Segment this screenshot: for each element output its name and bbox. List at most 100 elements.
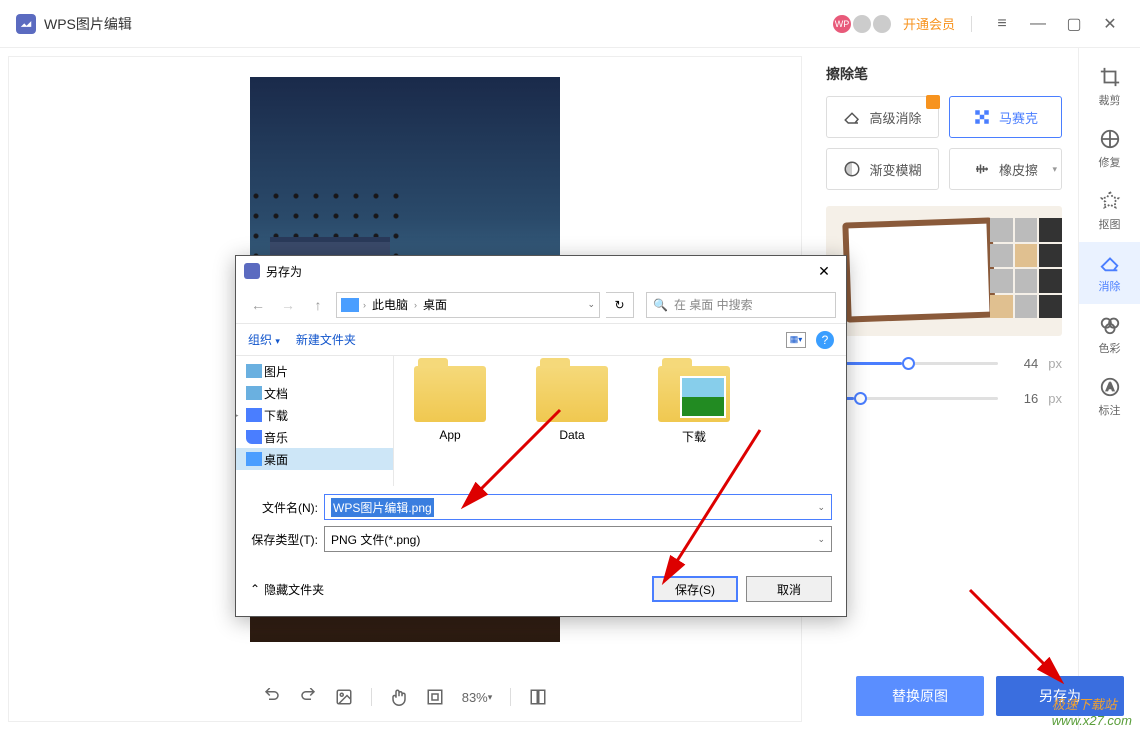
maximize-button[interactable]: ▢ <box>1060 10 1088 38</box>
app-title: WPS图片编辑 <box>44 14 132 34</box>
dialog-title: 另存为 <box>266 263 302 280</box>
filetype-select[interactable]: PNG 文件(*.png) ⌄ <box>324 526 832 552</box>
refresh-button[interactable]: ↻ <box>606 292 634 318</box>
side-annotate[interactable]: A 标注 <box>1079 366 1140 428</box>
dialog-nav: ← → ↑ › 此电脑 › 桌面 ⌄ ↻ 🔍 在 桌面 中搜索 <box>236 286 846 324</box>
address-bar[interactable]: › 此电脑 › 桌面 ⌄ <box>336 292 600 318</box>
organize-menu[interactable]: 组织 ▾ <box>248 331 280 348</box>
pictures-icon <box>246 364 262 378</box>
nav-forward-icon[interactable]: → <box>276 293 300 317</box>
watermark: 极速下载站 www.x27.com <box>1052 694 1132 728</box>
compare-icon[interactable] <box>529 688 547 706</box>
tree-item-pictures[interactable]: 图片 <box>236 360 393 382</box>
fit-icon[interactable] <box>426 688 444 706</box>
tool-gradient-blur[interactable]: 渐变模糊 <box>826 148 939 190</box>
vip-badge-icon <box>926 95 940 109</box>
filename-input[interactable]: WPS图片编辑.png ⌄ <box>324 494 832 520</box>
folder-item[interactable]: Data <box>536 366 608 476</box>
dialog-fields: 文件名(N): WPS图片编辑.png ⌄ 保存类型(T): PNG 文件(*.… <box>236 486 846 566</box>
avatar-icon: WP <box>833 15 851 33</box>
close-button[interactable]: ✕ <box>1096 10 1124 38</box>
tool-mosaic[interactable]: 马赛克 <box>949 96 1062 138</box>
tool-advanced-erase[interactable]: 高级消除 <box>826 96 939 138</box>
chevron-down-icon[interactable]: ⌄ <box>817 534 825 545</box>
computer-icon <box>341 298 359 312</box>
nav-back-icon[interactable]: ← <box>246 293 270 317</box>
side-crop[interactable]: 裁剪 <box>1079 56 1140 118</box>
tree-item-music[interactable]: 音乐 <box>236 426 393 448</box>
folder-item[interactable]: App <box>414 366 486 476</box>
slider-size: 44 px <box>826 356 1062 371</box>
chevron-down-icon[interactable]: ⌄ <box>817 502 825 513</box>
view-mode-button[interactable]: ▦ ▾ <box>786 332 806 348</box>
side-repair[interactable]: 修复 <box>1079 118 1140 180</box>
nav-up-icon[interactable]: ↑ <box>306 293 330 317</box>
slider-track[interactable] <box>826 362 998 365</box>
crop-icon <box>1099 66 1121 88</box>
save-as-dialog: 另存为 ✕ ← → ↑ › 此电脑 › 桌面 ⌄ ↻ 🔍 在 桌面 中搜索 组织… <box>235 255 847 617</box>
redo-icon[interactable] <box>299 688 317 706</box>
separator <box>510 688 511 706</box>
expand-icon[interactable]: ▸ <box>236 410 239 421</box>
slider-thumb[interactable] <box>854 392 867 405</box>
file-list[interactable]: App Data 下载 <box>394 356 846 486</box>
canvas-toolbar: 83% ▾ <box>9 673 801 721</box>
hand-icon[interactable] <box>390 688 408 706</box>
folder-item[interactable]: 下载 <box>658 366 730 476</box>
cancel-button[interactable]: 取消 <box>746 576 832 602</box>
hide-folders-toggle[interactable]: ⌃ 隐藏文件夹 <box>250 581 324 598</box>
folder-icon <box>536 366 608 422</box>
new-folder-button[interactable]: 新建文件夹 <box>296 331 356 348</box>
filename-label: 文件名(N): <box>250 499 318 516</box>
folder-tree: 图片 文档 ▸下载 音乐 桌面 <box>236 356 394 486</box>
save-button[interactable]: 保存(S) <box>652 576 738 602</box>
tool-eraser[interactable]: 橡皮擦 ▾ <box>949 148 1062 190</box>
erase-icon <box>1099 252 1121 274</box>
filetype-label: 保存类型(T): <box>250 531 318 548</box>
right-panel: 擦除笔 高级消除 马赛克 渐变模糊 橡皮擦 ▾ <box>810 48 1078 730</box>
annotate-icon: A <box>1099 376 1121 398</box>
search-input[interactable]: 🔍 在 桌面 中搜索 <box>646 292 836 318</box>
slider-strength: 16 px <box>826 391 1062 406</box>
color-icon <box>1099 314 1121 336</box>
avatar-placeholder-icon <box>853 15 871 33</box>
menu-button[interactable]: ≡ <box>988 10 1016 38</box>
image-icon[interactable] <box>335 688 353 706</box>
svg-text:A: A <box>1106 382 1114 394</box>
mosaic-icon <box>973 108 991 126</box>
tree-item-desktop[interactable]: 桌面 <box>236 448 393 470</box>
vip-link[interactable]: 开通会员 <box>903 14 955 33</box>
app-logo-icon <box>16 14 36 34</box>
cutout-icon <box>1099 190 1121 212</box>
zoom-level[interactable]: 83% ▾ <box>462 690 493 705</box>
side-toolbar: 裁剪 修复 抠图 消除 色彩 A 标注 <box>1078 48 1140 730</box>
minimize-button[interactable]: — <box>1024 10 1052 38</box>
dialog-close-button[interactable]: ✕ <box>810 263 838 280</box>
separator <box>971 16 972 32</box>
chevron-up-icon: ⌃ <box>250 582 260 596</box>
rubber-icon <box>973 160 991 178</box>
blur-icon <box>843 160 861 178</box>
avatar-group[interactable]: WP <box>833 15 891 33</box>
mosaic-preview <box>826 206 1062 336</box>
chevron-down-icon: ▾ <box>1052 164 1057 175</box>
undo-icon[interactable] <box>263 688 281 706</box>
notebook-graphic <box>842 217 995 322</box>
repair-icon <box>1099 128 1121 150</box>
side-erase[interactable]: 消除 <box>1079 242 1140 304</box>
downloads-icon <box>246 408 262 422</box>
folder-icon <box>414 366 486 422</box>
dialog-toolbar: 组织 ▾ 新建文件夹 ▦ ▾ ? <box>236 324 846 356</box>
desktop-icon <box>246 452 262 466</box>
tree-item-documents[interactable]: 文档 <box>236 382 393 404</box>
slider-track[interactable] <box>826 397 998 400</box>
side-cutout[interactable]: 抠图 <box>1079 180 1140 242</box>
app-icon <box>244 263 260 279</box>
help-icon[interactable]: ? <box>816 331 834 349</box>
slider-thumb[interactable] <box>902 357 915 370</box>
mosaic-sample <box>990 218 1062 318</box>
documents-icon <box>246 386 262 400</box>
replace-original-button[interactable]: 替换原图 <box>856 676 984 716</box>
tree-item-downloads[interactable]: ▸下载 <box>236 404 393 426</box>
side-color[interactable]: 色彩 <box>1079 304 1140 366</box>
